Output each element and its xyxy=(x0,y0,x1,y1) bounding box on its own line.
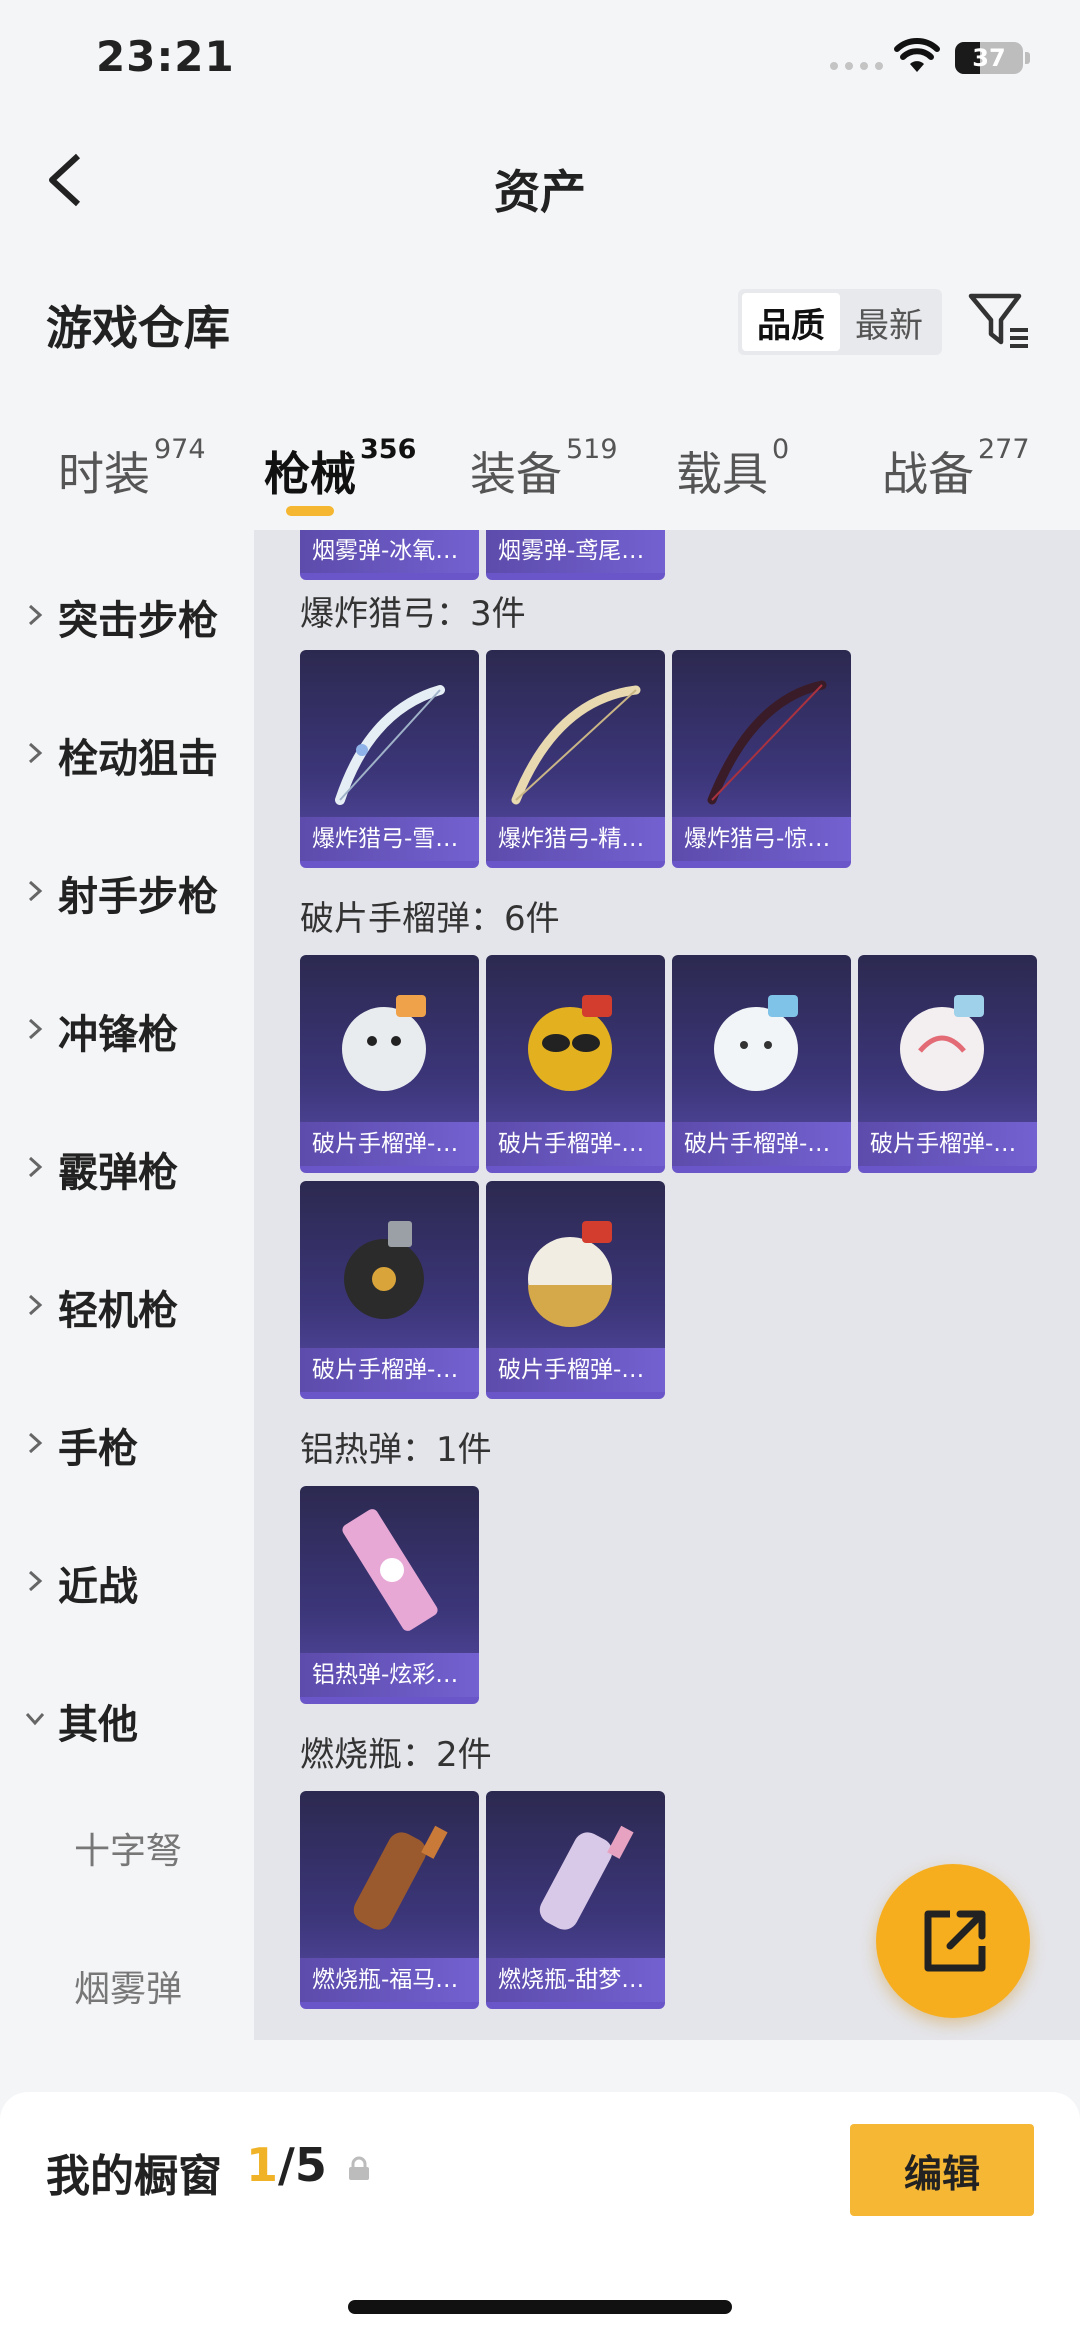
group-title: 铝热弹：1件 xyxy=(300,1430,492,1470)
status-bar: 23:21 37 xyxy=(0,0,1080,120)
item-grid: 烟雾弹-冰氧… 烟雾弹-鸢尾… 爆炸猎弓：3件 爆炸猎弓-雪… 爆炸猎弓-精… … xyxy=(254,530,1080,2040)
chevron-right-icon xyxy=(28,880,43,902)
thermite-icon xyxy=(342,1509,438,1631)
warehouse-title: 游戏仓库 xyxy=(46,301,230,355)
category-tabs: 时装 974 枪械 356 装备 519 载具 0 战备 277 xyxy=(0,420,1080,530)
item-label: 爆炸猎弓-精… xyxy=(486,817,665,861)
group-title: 爆炸猎弓：3件 xyxy=(300,594,526,634)
chevron-right-icon xyxy=(28,1294,43,1316)
item-label: 破片手榴弹-… xyxy=(486,1122,665,1166)
tab-tactical[interactable]: 战备 277 xyxy=(882,434,1030,504)
sort-toggle: 品质 最新 xyxy=(738,289,942,355)
sidebar-item-melee[interactable]: 近战 xyxy=(0,1536,254,1626)
item-card[interactable]: 破片手榴弹-… xyxy=(858,955,1037,1173)
battery-icon: 37 xyxy=(955,42,1023,74)
item-label: 铝热弹-炫彩… xyxy=(300,1653,479,1697)
tab-equipment[interactable]: 装备 519 xyxy=(470,434,618,504)
chevron-right-icon xyxy=(28,1156,43,1178)
grenade-icon xyxy=(714,995,798,1091)
bow-icon xyxy=(707,680,827,805)
tab-fashion[interactable]: 时装 974 xyxy=(58,434,206,504)
lock-icon xyxy=(349,2156,369,2180)
item-label: 烟雾弹-冰氧… xyxy=(300,530,479,573)
item-card[interactable]: 破片手榴弹-… xyxy=(672,955,851,1173)
active-tab-indicator xyxy=(286,506,334,516)
share-external-icon xyxy=(924,1910,986,1972)
chevron-down-icon xyxy=(25,1713,45,1726)
grenade-icon xyxy=(344,1221,424,1319)
showcase-title: 我的橱窗 xyxy=(46,2151,222,2202)
item-card[interactable]: 烟雾弹-鸢尾… xyxy=(486,530,665,580)
item-card[interactable]: 爆炸猎弓-雪… xyxy=(300,650,479,868)
grenade-icon xyxy=(900,995,984,1091)
item-card[interactable]: 破片手榴弹-… xyxy=(486,1181,665,1399)
grenade-icon xyxy=(342,995,426,1091)
grenade-icon xyxy=(528,995,612,1091)
sidebar-item-other[interactable]: 其他 xyxy=(0,1674,254,1764)
wifi-icon xyxy=(894,38,940,72)
item-label: 破片手榴弹-… xyxy=(300,1122,479,1166)
item-label: 燃烧瓶-福马… xyxy=(300,1958,479,2002)
tab-firearms[interactable]: 枪械 356 xyxy=(264,434,416,504)
battery-level: 37 xyxy=(972,44,1006,72)
edit-button[interactable]: 编辑 xyxy=(850,2124,1034,2216)
sidebar-item-marksman-rifle[interactable]: 射手步枪 xyxy=(0,846,254,936)
item-card[interactable]: 燃烧瓶-甜梦… xyxy=(486,1791,665,2009)
sidebar-item-assault-rifle[interactable]: 突击步枪 xyxy=(0,570,254,660)
item-card[interactable]: 铝热弹-炫彩… xyxy=(300,1486,479,1704)
battery-tip xyxy=(1025,52,1030,64)
item-label: 破片手榴弹-… xyxy=(486,1348,665,1392)
sort-quality-button[interactable]: 品质 xyxy=(742,293,840,351)
grenade-icon xyxy=(528,1221,612,1327)
chevron-right-icon xyxy=(28,1018,43,1040)
bow-icon xyxy=(511,685,641,805)
sidebar-subitem-smoke-grenade[interactable]: 烟雾弹 xyxy=(74,1960,254,2012)
item-label: 爆炸猎弓-惊… xyxy=(672,817,851,861)
item-card[interactable]: 爆炸猎弓-惊… xyxy=(672,650,851,868)
molotov-icon xyxy=(353,1825,448,1930)
sidebar-item-pistol[interactable]: 手枪 xyxy=(0,1398,254,1488)
group-title: 破片手榴弹：6件 xyxy=(300,899,560,939)
item-card[interactable]: 燃烧瓶-福马… xyxy=(300,1791,479,2009)
item-card[interactable]: 破片手榴弹-… xyxy=(486,955,665,1173)
chevron-right-icon xyxy=(28,742,43,764)
bow-icon xyxy=(335,685,445,805)
filter-icon[interactable] xyxy=(966,288,1032,354)
molotov-icon xyxy=(539,1825,634,1930)
status-time: 23:21 xyxy=(96,32,235,81)
item-card[interactable]: 破片手榴弹-… xyxy=(300,955,479,1173)
sidebar: 突击步枪 栓动狙击 射手步枪 冲锋枪 霰弹枪 轻机枪 手枪 近战 其他 十字弩 … xyxy=(0,530,254,2040)
item-label: 爆炸猎弓-雪… xyxy=(300,817,479,861)
item-label: 破片手榴弹-… xyxy=(858,1122,1037,1166)
showcase-count: 1/5 xyxy=(246,2138,327,2192)
item-label: 破片手榴弹-… xyxy=(672,1122,851,1166)
chevron-right-icon xyxy=(28,1432,43,1454)
sidebar-item-shotgun[interactable]: 霰弹枪 xyxy=(0,1122,254,1212)
sort-latest-button[interactable]: 最新 xyxy=(840,293,938,351)
chevron-right-icon xyxy=(28,1570,43,1592)
sidebar-item-bolt-sniper[interactable]: 栓动狙击 xyxy=(0,708,254,798)
item-card[interactable]: 烟雾弹-冰氧… xyxy=(300,530,479,580)
item-label: 燃烧瓶-甜梦… xyxy=(486,1958,665,2002)
home-indicator xyxy=(348,2300,732,2314)
sidebar-item-lmg[interactable]: 轻机枪 xyxy=(0,1260,254,1350)
chevron-right-icon xyxy=(28,604,43,626)
nav-bar: 资产 xyxy=(0,120,1080,240)
share-button[interactable] xyxy=(876,1864,1030,2018)
sidebar-item-smg[interactable]: 冲锋枪 xyxy=(0,984,254,1074)
item-label: 烟雾弹-鸢尾… xyxy=(486,530,665,573)
tab-vehicles[interactable]: 载具 0 xyxy=(676,434,789,504)
item-card[interactable]: 爆炸猎弓-精… xyxy=(486,650,665,868)
item-card[interactable]: 破片手榴弹-… xyxy=(300,1181,479,1399)
item-label: 破片手榴弹-… xyxy=(300,1348,479,1392)
group-title: 燃烧瓶：2件 xyxy=(300,1735,492,1775)
signal-icon xyxy=(830,62,883,70)
sidebar-subitem-crossbow[interactable]: 十字弩 xyxy=(74,1822,254,1874)
page-title: 资产 xyxy=(494,165,586,219)
